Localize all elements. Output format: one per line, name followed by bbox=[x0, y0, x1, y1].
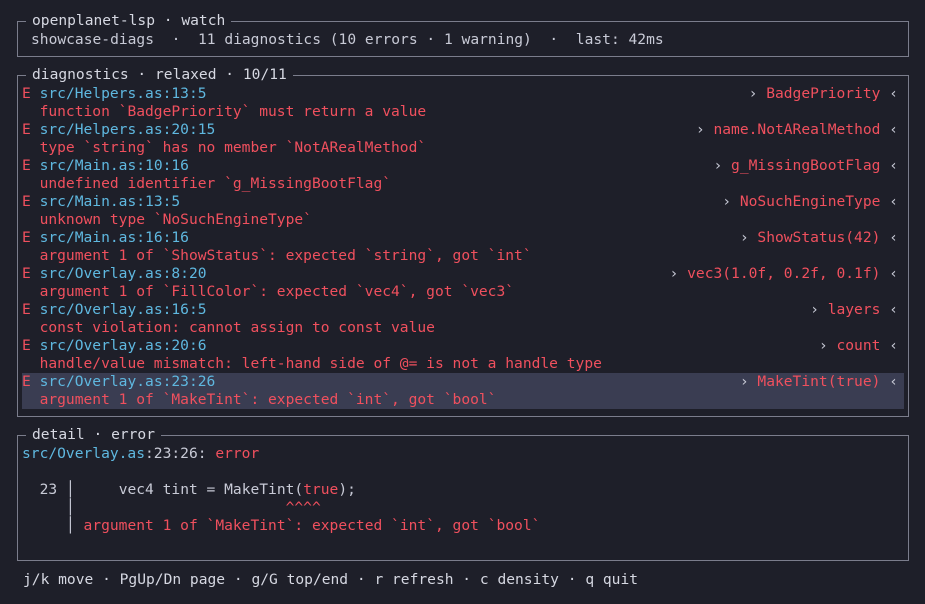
diagnostics-title: diagnostics · relaxed · 10/11 bbox=[26, 66, 293, 84]
code-highlight: true bbox=[303, 481, 339, 498]
keybinding-help: j/k move · PgUp/Dn page · g/G top/end · … bbox=[23, 571, 639, 588]
diagnostic-message: type `string` has no member `NotARealMet… bbox=[39, 139, 427, 156]
diagnostic-message: undefined identifier `g_MissingBootFlag` bbox=[39, 175, 392, 192]
severity-marker: E bbox=[22, 85, 31, 102]
diagnostic-item[interactable]: E src/Main.as:13:5 › NoSuchEngineType ‹ u… bbox=[22, 193, 904, 229]
diagnostic-item[interactable]: E src/Main.as:10:16 › g_MissingBootFlag ‹… bbox=[22, 157, 904, 193]
detail-message: argument 1 of `MakeTint`: expected `int`… bbox=[83, 517, 541, 534]
diagnostic-message: handle/value mismatch: left-hand side of… bbox=[39, 355, 602, 372]
diagnostic-item[interactable]: E src/Helpers.as:20:15 › name.NotARealMet… bbox=[22, 121, 904, 157]
diagnostic-symbol: › NoSuchEngineType ‹ bbox=[722, 193, 898, 210]
diagnostic-symbol: › name.NotARealMethod ‹ bbox=[695, 121, 898, 138]
severity-marker: E bbox=[22, 229, 31, 246]
status-line: showcase-diags · 11 diagnostics (10 erro… bbox=[31, 31, 664, 48]
diagnostic-location[interactable]: src/Main.as:16:16 bbox=[40, 229, 189, 246]
severity-marker: E bbox=[22, 337, 31, 354]
severity-marker: E bbox=[22, 265, 31, 282]
diagnostic-location[interactable]: src/Helpers.as:20:15 bbox=[40, 121, 216, 138]
diagnostic-message: argument 1 of `MakeTint`: expected `int`… bbox=[39, 391, 497, 408]
diagnostic-item[interactable]: E src/Overlay.as:20:6 › count ‹ handle/va… bbox=[22, 337, 904, 373]
severity-marker: E bbox=[22, 157, 31, 174]
diagnostic-symbol: › BadgePriority ‹ bbox=[748, 85, 898, 102]
app-title: openplanet-lsp · watch bbox=[26, 12, 232, 30]
diagnostic-item[interactable]: E src/Helpers.as:13:5 › BadgePriority ‹ f… bbox=[22, 85, 904, 121]
code-before: vec4 tint = MakeTint( bbox=[83, 481, 304, 498]
detail-message-line: │ argument 1 of `MakeTint`: expected `in… bbox=[65, 517, 541, 534]
detail-heading: src/Overlay.as:23:26: error bbox=[22, 445, 904, 463]
diagnostic-location[interactable]: src/Main.as:13:5 bbox=[40, 193, 181, 210]
diagnostic-symbol: › ShowStatus(42) ‹ bbox=[739, 229, 898, 246]
diagnostic-summary: 11 diagnostics (10 errors · 1 warning) bbox=[197, 31, 532, 48]
diagnostic-message: function `BadgePriority` must return a v… bbox=[39, 103, 427, 120]
severity-marker: E bbox=[22, 121, 31, 138]
severity-marker: E bbox=[22, 373, 31, 390]
diagnostic-item[interactable]: E src/Main.as:16:16 › ShowStatus(42) ‹ ar… bbox=[22, 229, 904, 265]
detail-file-link[interactable]: src/Overlay.as bbox=[22, 445, 145, 462]
line-number: 23 bbox=[39, 481, 58, 498]
last-run-time: last: 42ms bbox=[575, 31, 664, 48]
diagnostics-panel[interactable]: diagnostics · relaxed · 10/11 E src/Help… bbox=[17, 66, 909, 417]
diagnostic-message: argument 1 of `FillColor`: expected `vec… bbox=[39, 283, 515, 300]
diagnostic-item[interactable]: E src/Overlay.as:8:20 › vec3(1.0f, 0.2f, … bbox=[22, 265, 904, 301]
code-after: ); bbox=[338, 481, 356, 498]
severity-marker: E bbox=[22, 301, 31, 318]
detail-title: detail · error bbox=[26, 426, 162, 444]
detail-panel: detail · error src/Overlay.as:23:26: err… bbox=[17, 426, 909, 561]
diagnostic-location[interactable]: src/Helpers.as:13:5 bbox=[40, 85, 207, 102]
caret-marker: ^^^^ bbox=[285, 499, 321, 516]
diagnostic-symbol: › vec3(1.0f, 0.2f, 0.1f) ‹ bbox=[669, 265, 898, 282]
project-name: showcase-diags bbox=[31, 31, 155, 48]
diagnostic-location[interactable]: src/Overlay.as:20:6 bbox=[40, 337, 207, 354]
caret-line: │ ^^^^ bbox=[65, 499, 321, 516]
diagnostic-location[interactable]: src/Overlay.as:23:26 bbox=[40, 373, 216, 390]
diagnostic-message: unknown type `NoSuchEngineType` bbox=[39, 211, 312, 228]
detail-severity: error bbox=[215, 445, 260, 462]
diagnostic-symbol: › count ‹ bbox=[818, 337, 898, 354]
header-panel: openplanet-lsp · watch showcase-diags · … bbox=[17, 12, 909, 57]
diagnostic-symbol: › MakeTint(true) ‹ bbox=[739, 373, 898, 390]
diagnostic-location[interactable]: src/Overlay.as:8:20 bbox=[40, 265, 207, 282]
code-line: 23 │ vec4 tint = MakeTint(true); bbox=[22, 481, 904, 499]
diagnostic-location[interactable]: src/Main.as:10:16 bbox=[40, 157, 189, 174]
detail-position: :23:26: bbox=[145, 445, 216, 462]
diagnostic-symbol: › layers ‹ bbox=[810, 301, 898, 318]
diagnostic-symbol: › g_MissingBootFlag ‹ bbox=[713, 157, 898, 174]
diagnostic-location[interactable]: src/Overlay.as:16:5 bbox=[40, 301, 207, 318]
diagnostic-message: const violation: cannot assign to const … bbox=[39, 319, 435, 336]
gutter-bar: │ bbox=[65, 481, 75, 498]
severity-marker: E bbox=[22, 193, 31, 210]
diagnostic-item[interactable]: E src/Overlay.as:16:5 › layers ‹ const vi… bbox=[22, 301, 904, 337]
diagnostic-message: argument 1 of `ShowStatus`: expected `st… bbox=[39, 247, 532, 264]
diagnostic-item[interactable]: E src/Overlay.as:23:26 › MakeTint(true) ‹… bbox=[22, 373, 904, 409]
